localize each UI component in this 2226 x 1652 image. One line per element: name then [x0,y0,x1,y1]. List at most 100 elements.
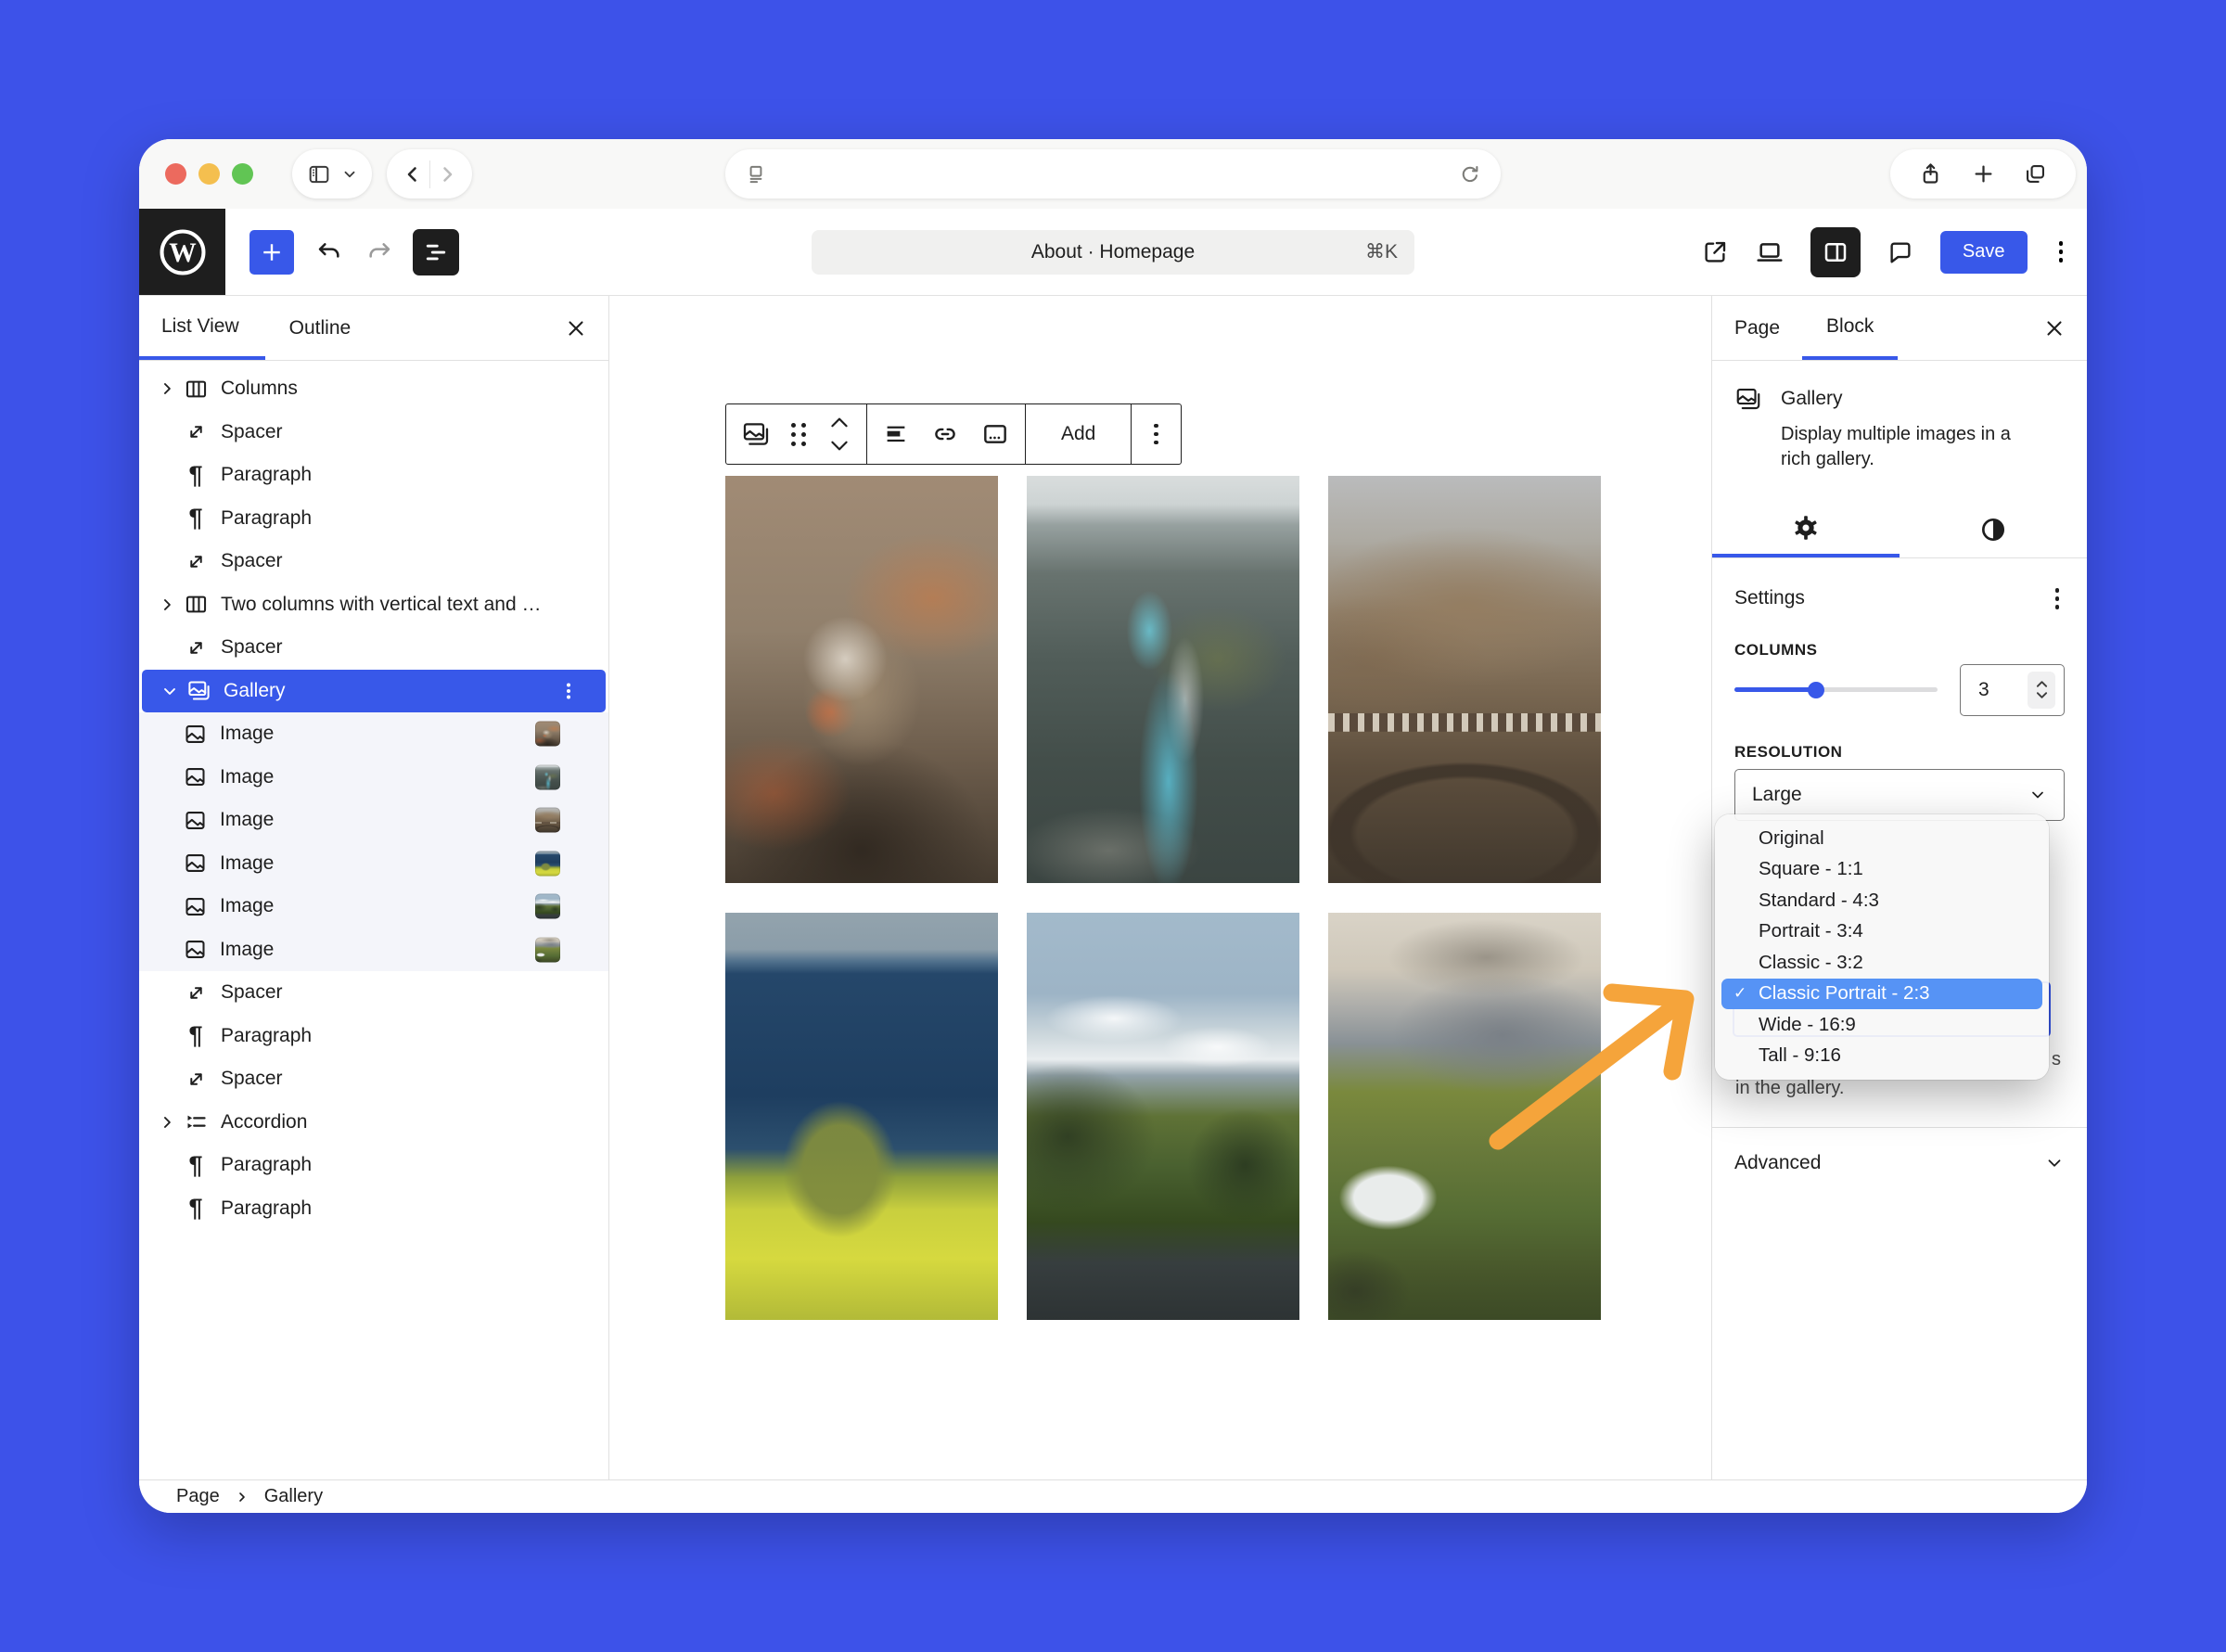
share-button[interactable] [1918,161,1943,186]
caption-button[interactable] [980,419,1010,449]
list-view-item-image[interactable]: Image [139,712,608,756]
document-switcher[interactable]: About · Homepage ⌘K [812,230,1414,275]
chevron-right-icon[interactable] [152,595,182,614]
reload-button[interactable] [1458,162,1482,186]
option-square[interactable]: Square - 1:1 [1721,854,2042,886]
list-view-item-image[interactable]: Image [139,842,608,886]
tab-block-styles[interactable] [1900,501,2087,557]
option-standard[interactable]: Standard - 4:3 [1721,885,2042,916]
list-view-item-image[interactable]: Image [139,756,608,800]
block-tree: Columns Spacer ¶ Paragraph [139,361,608,1230]
drag-handle[interactable] [791,423,807,446]
address-bar[interactable] [725,149,1501,198]
desktop-background: W [0,0,2226,1652]
list-view-tabs: List View Outline [139,296,608,361]
option-tall[interactable]: Tall - 9:16 [1721,1041,2042,1072]
browser-sidebar-button[interactable] [292,149,372,198]
list-view-item-paragraph[interactable]: ¶ Paragraph [139,497,608,541]
block-card: Gallery Display multiple images in a ric… [1712,361,2087,558]
resolution-select[interactable]: Large [1734,769,2065,821]
gallery-image[interactable] [1027,476,1299,883]
plus-icon [258,238,286,266]
settings-sidebar-toggle-button[interactable] [1810,227,1861,277]
gallery-block-type-button[interactable] [741,419,771,449]
view-site-button[interactable] [1701,238,1729,266]
align-button[interactable] [882,420,910,448]
option-original[interactable]: Original [1721,823,2042,854]
slider-thumb[interactable] [1808,682,1824,698]
gallery-image[interactable] [725,476,998,883]
list-view-item-gallery-selected[interactable]: Gallery [142,670,606,713]
image-thumbnail [535,851,560,876]
list-view-item-spacer[interactable]: Spacer [139,626,608,670]
breadcrumb-page[interactable]: Page [176,1486,220,1507]
list-view-item-label: Paragraph [221,1154,312,1176]
list-view-toggle-button[interactable] [413,229,459,275]
list-view-item-paragraph[interactable]: ¶ Paragraph [139,454,608,497]
paragraph-icon: ¶ [182,1153,210,1178]
list-view-item-paragraph[interactable]: ¶ Paragraph [139,1144,608,1187]
list-view-item-accordion[interactable]: Accordion [139,1101,608,1145]
columns-slider[interactable] [1734,687,1938,692]
list-view-item-columns[interactable]: Columns [139,367,608,411]
chevron-right-icon[interactable] [152,379,182,398]
browser-chrome [139,139,2087,209]
block-card-tabs [1712,501,2087,558]
list-view-item-spacer[interactable]: Spacer [139,540,608,583]
new-tab-button[interactable] [1971,161,1996,186]
number-stepper[interactable] [2028,672,2055,709]
list-view-item-spacer[interactable]: Spacer [139,411,608,455]
tab-outline[interactable]: Outline [265,296,376,360]
close-list-view-button[interactable] [556,309,595,348]
gallery-image[interactable] [725,913,998,1320]
undo-button[interactable] [314,237,344,267]
minimize-window-button[interactable] [198,163,220,185]
move-down-button[interactable] [827,435,851,455]
list-view-item-label: Spacer [221,550,283,572]
gallery-image[interactable] [1328,476,1601,883]
option-wide[interactable]: Wide - 16:9 [1721,1009,2042,1041]
list-view-item-two-columns[interactable]: Two columns with vertical text and overl… [139,583,608,627]
add-button[interactable]: Add [1041,423,1116,445]
options-menu-button[interactable] [2053,236,2069,268]
tab-page[interactable]: Page [1712,296,1802,360]
chevron-right-icon[interactable] [152,1113,182,1132]
option-classic-portrait-selected[interactable]: ✓ Classic Portrait - 2:3 [1721,979,2042,1010]
list-view-item-paragraph[interactable]: ¶ Paragraph [139,1187,608,1231]
move-up-button[interactable] [827,413,851,433]
wordpress-logo-button[interactable]: W [139,209,225,295]
tab-block[interactable]: Block [1802,296,1898,360]
list-view-item-image[interactable]: Image [139,885,608,928]
tab-block-settings[interactable] [1712,501,1900,557]
close-window-button[interactable] [165,163,186,185]
list-view-item-paragraph[interactable]: ¶ Paragraph [139,1015,608,1058]
save-button[interactable]: Save [1940,231,2028,274]
columns-number-input[interactable]: 3 [1960,664,2065,716]
comments-button[interactable] [1887,238,1914,266]
list-view-item-spacer[interactable]: Spacer [139,971,608,1015]
zoom-window-button[interactable] [232,163,253,185]
forward-button[interactable] [436,163,458,186]
redo-button[interactable] [365,237,394,267]
link-button[interactable] [930,419,960,449]
option-classic[interactable]: Classic - 3:2 [1721,947,2042,979]
advanced-label: Advanced [1734,1152,1821,1174]
block-inserter-button[interactable] [249,230,294,275]
block-options-button[interactable] [1148,418,1164,451]
list-view-item-label: Paragraph [221,1197,312,1220]
list-view-item-image[interactable]: Image [139,799,608,842]
tab-overview-button[interactable] [2023,161,2048,186]
list-view-item-image[interactable]: Image [139,928,608,972]
advanced-section-toggle[interactable]: Advanced [1712,1128,2087,1198]
gallery-image[interactable] [1027,913,1299,1320]
chevron-down-icon[interactable] [155,682,185,700]
option-portrait[interactable]: Portrait - 3:4 [1721,916,2042,948]
back-button[interactable] [402,163,424,186]
list-view-item-spacer[interactable]: Spacer [139,1057,608,1101]
tab-list-view[interactable]: List View [139,296,265,360]
settings-options-button[interactable] [2050,583,2066,615]
close-settings-button[interactable] [2035,309,2074,348]
list-view-item-label: Paragraph [221,507,312,530]
preview-device-button[interactable] [1755,237,1785,267]
row-options-icon[interactable] [557,680,580,702]
